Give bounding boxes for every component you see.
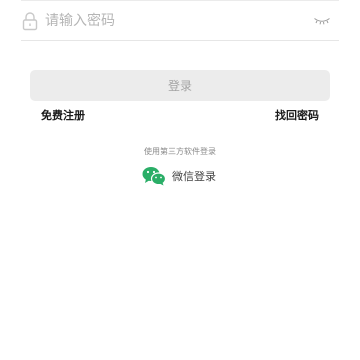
wechat-icon: [142, 167, 166, 186]
password-field-row: [21, 1, 339, 41]
eye-closed-icon[interactable]: [313, 15, 331, 27]
third-party-login-title: 使用第三方软件登录: [144, 147, 216, 156]
wechat-login-label: 微信登录: [172, 170, 216, 183]
forgot-password-link[interactable]: 找回密码: [275, 108, 319, 124]
wechat-login-button[interactable]: 微信登录: [142, 164, 216, 188]
login-screen: 登录 免费注册 找回密码 使用第三方软件登录 微信登录: [0, 0, 360, 360]
register-link[interactable]: 免费注册: [41, 108, 85, 124]
password-input[interactable]: [45, 9, 295, 33]
lock-icon: [22, 12, 38, 31]
login-button[interactable]: 登录: [30, 70, 330, 101]
